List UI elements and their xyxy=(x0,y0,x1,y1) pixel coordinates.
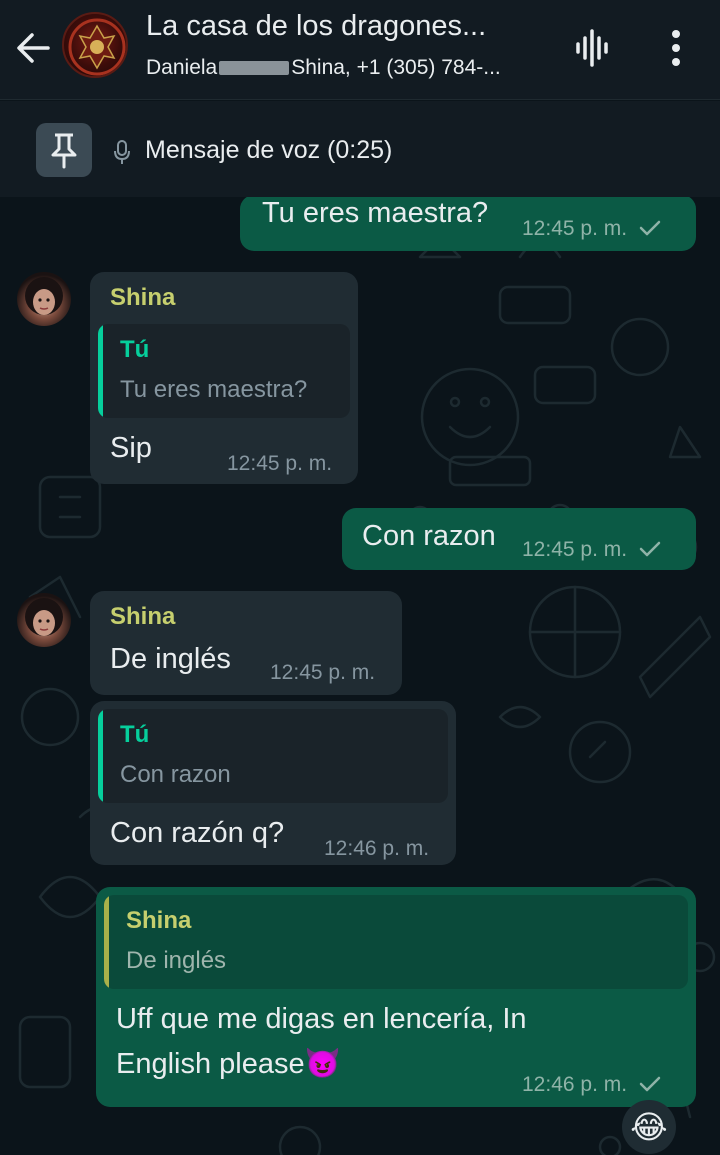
pin-icon xyxy=(51,133,77,169)
message-text-line2: English please😈 xyxy=(116,1047,341,1081)
participant-first: Daniela xyxy=(146,56,218,79)
group-avatar[interactable] xyxy=(62,12,128,78)
quoted-message[interactable]: Shina De inglés xyxy=(104,895,688,989)
time-text: 12:45 p. m. xyxy=(522,217,628,240)
message-time: 12:45 p. m. xyxy=(522,217,661,241)
quote-bar xyxy=(98,709,103,803)
chat-header: La casa de los dragones... Daniela Shina,… xyxy=(0,0,720,100)
single-check-icon xyxy=(639,220,661,236)
message-time: 12:46 p. m. xyxy=(324,837,430,860)
message-time: 12:45 p. m. xyxy=(227,452,333,475)
sender-avatar[interactable] xyxy=(17,593,71,647)
single-check-icon xyxy=(639,541,661,557)
reaction-button[interactable]: 😂 xyxy=(622,1100,676,1154)
more-vertical-icon xyxy=(672,30,680,66)
voice-call-button[interactable] xyxy=(570,26,614,70)
incoming-message[interactable]: Shina De inglés 12:45 p. m. xyxy=(90,591,402,695)
message-text-line1: Uff que me digas en lencería, In xyxy=(116,1003,527,1035)
message-time: 12:45 p. m. xyxy=(270,661,376,684)
outgoing-message[interactable]: Con razon 12:45 p. m. xyxy=(342,508,696,570)
chat-title[interactable]: La casa de los dragones... xyxy=(146,10,566,43)
incoming-message[interactable]: Tú Con razon Con razón q? 12:46 p. m. xyxy=(90,701,456,865)
message-text-line2-text: English please xyxy=(116,1048,305,1080)
quoted-message[interactable]: Tú Con razon xyxy=(98,709,448,803)
outgoing-message[interactable]: Tu eres maestra? 12:45 p. m. xyxy=(240,197,696,251)
redacted-text xyxy=(219,61,290,76)
audio-wave-icon xyxy=(576,29,608,67)
mic-icon xyxy=(112,139,132,165)
quoted-message[interactable]: Tú Tu eres maestra? xyxy=(98,324,350,418)
sender-name: Shina xyxy=(110,284,176,311)
quote-author: Tú xyxy=(120,336,150,363)
quote-text: De inglés xyxy=(126,947,227,974)
chat-participants[interactable]: Daniela Shina, +1 (305) 784-... xyxy=(146,56,556,80)
message-text: Sip xyxy=(110,432,152,464)
sender-avatar[interactable] xyxy=(17,272,71,326)
quote-text: Con razon xyxy=(120,761,231,788)
quote-bar xyxy=(98,324,103,418)
message-text: Con razón q? xyxy=(110,817,285,849)
message-time: 12:46 p. m. xyxy=(522,1073,661,1097)
sender-name: Shina xyxy=(110,603,176,630)
single-check-icon xyxy=(639,1076,661,1092)
devil-emoji: 😈 xyxy=(304,1048,341,1080)
message-time: 12:45 p. m. xyxy=(522,538,661,562)
chat-area[interactable]: Tu eres maestra? 12:45 p. m. Shina Tú Tu… xyxy=(0,197,720,1155)
back-arrow-icon xyxy=(17,33,50,63)
time-text: 12:46 p. m. xyxy=(522,1073,628,1096)
quote-author: Tú xyxy=(120,721,150,748)
pinned-message-bar[interactable]: Mensaje de voz (0:25) xyxy=(0,101,720,197)
menu-button[interactable] xyxy=(656,26,696,70)
dragon-emblem-icon xyxy=(68,18,126,76)
pin-button[interactable] xyxy=(36,123,92,177)
quote-bar xyxy=(104,895,109,989)
quote-text: Tu eres maestra? xyxy=(120,376,308,403)
laughing-emoji: 😂 xyxy=(630,1108,668,1146)
participant-rest: Shina, +1 (305) 784-... xyxy=(291,56,501,79)
message-text: Con razon xyxy=(362,520,496,552)
incoming-message[interactable]: Shina Tú Tu eres maestra? Sip 12:45 p. m… xyxy=(90,272,358,484)
back-button[interactable] xyxy=(12,28,56,68)
message-text: De inglés xyxy=(110,643,231,675)
outgoing-message[interactable]: Shina De inglés Uff que me digas en lenc… xyxy=(96,887,696,1107)
pinned-message-text: Mensaje de voz (0:25) xyxy=(145,136,393,164)
time-text: 12:45 p. m. xyxy=(522,538,628,561)
quote-author: Shina xyxy=(126,907,192,934)
message-text: Tu eres maestra? xyxy=(262,197,489,229)
